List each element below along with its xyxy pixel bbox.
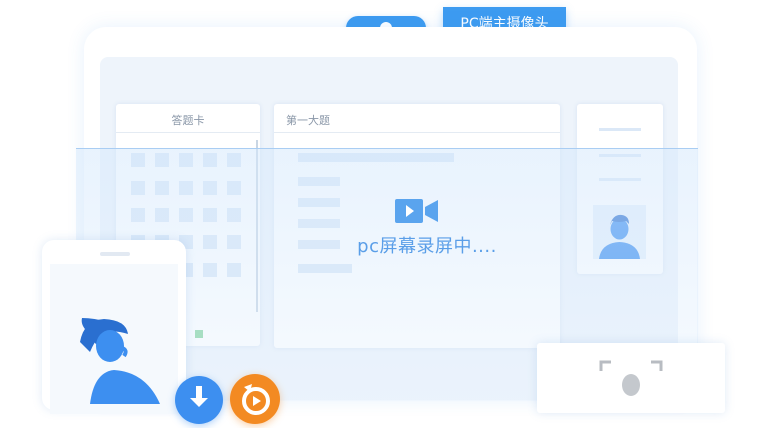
phone-speaker: [100, 252, 130, 256]
recording-status-text: pc屏幕录屏中....: [357, 236, 497, 257]
download-button[interactable]: [175, 376, 223, 424]
info-line: [599, 128, 641, 131]
face-scan-icon: [599, 360, 663, 396]
question-panel-title: 第一大题: [286, 114, 330, 127]
answer-card-title: 答题卡: [171, 114, 205, 127]
replay-icon: [242, 384, 270, 415]
video-camera-icon: [395, 197, 439, 229]
phone-screen: [50, 264, 178, 414]
user-avatar-icon: [80, 318, 160, 404]
question-panel-divider: [274, 132, 560, 133]
face-recognition-card: [537, 343, 725, 413]
replay-button[interactable]: [230, 374, 280, 424]
answer-card-divider: [116, 132, 260, 133]
download-icon: [190, 386, 208, 407]
